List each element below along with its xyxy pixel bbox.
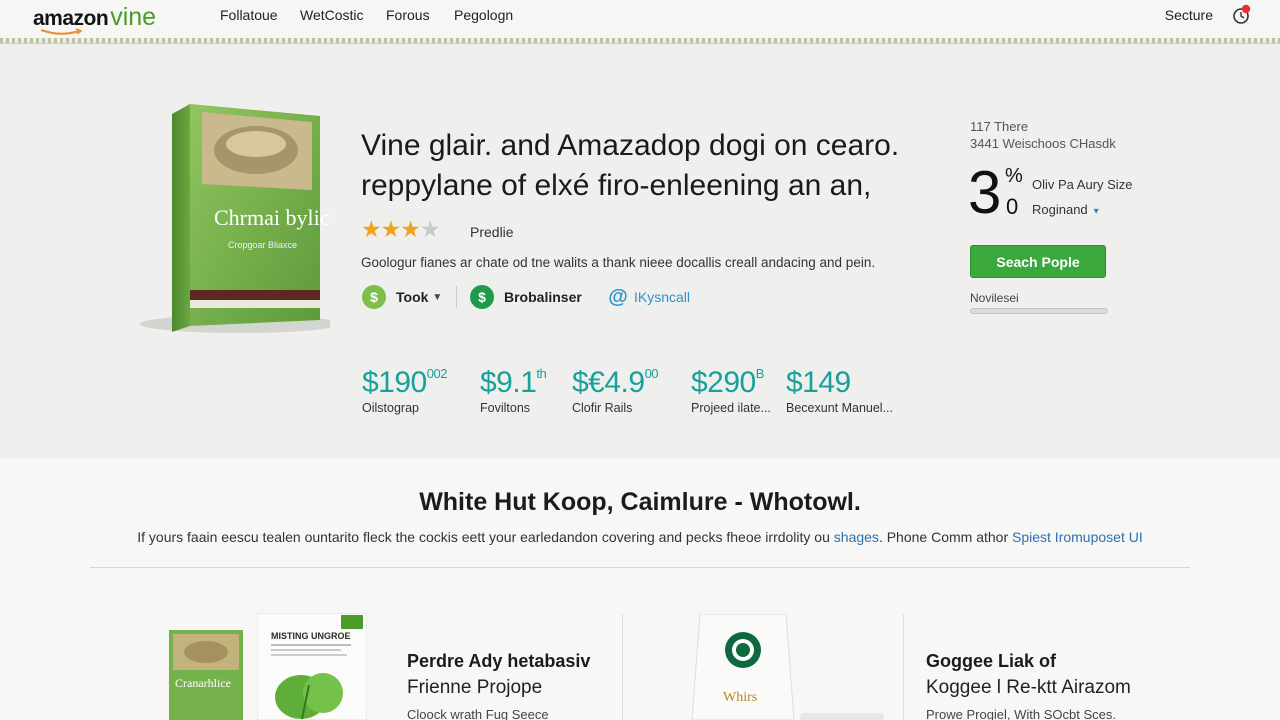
nav-link-2[interactable]: WetCostic [300,7,364,23]
slider-label: Novilesei [970,291,1019,305]
logo-word-vine: vine [110,3,157,31]
stat-label: Becexunt Manuel... [786,401,894,415]
price-stat[interactable]: $190002 Oilstograp [362,366,447,415]
card-title[interactable]: Goggee Liak of [926,651,1056,672]
spiest-link[interactable]: Spiest Iromuposet UI [1012,529,1143,545]
product-box-white-image[interactable]: MISTING UNGROE [257,613,367,720]
dollar-icon: $ [470,285,494,309]
star-icon: ★ [400,216,421,242]
card-divider [903,614,904,720]
panel-line-1: 117 There [970,119,1029,134]
secture-link[interactable]: Secture [1165,7,1213,23]
subtitle-text: If yours faain eescu tealen ountarito fl… [137,529,834,545]
stat-label: Oilstograp [362,401,419,415]
chip-ikysncall[interactable]: @ IKysncall [606,284,690,310]
chip-took[interactable]: $ Took ▼ [362,284,442,310]
stat-value: $149 [786,366,851,399]
card-meta: Prowe Progiel, With SOcbt Sces. [926,707,1117,720]
card-divider [622,614,623,720]
card-subtitle: Koggee l Re-ktt Airazom [926,677,1131,698]
star-icon: ★ [361,216,382,242]
stat-value: $290 [691,366,756,399]
stat-label: Projeed ilate... [691,401,771,415]
dollar-icon: $ [362,285,386,309]
subtitle-mid-text: . Phone Comm athor [878,529,1012,545]
small-box-label: Cranarhlice [175,676,231,690]
section-title: White Hut Koop, Caimlure - Whotowl. [419,488,861,516]
stat-value: $190 [362,366,427,399]
product-box-image[interactable]: Chrmai bylice Cropgoar Bliaxce [130,100,330,335]
amazon-vine-logo[interactable]: amazonvine [33,3,156,37]
star-rating[interactable]: ★★★★ [361,216,440,243]
stat-label: Foviltons [480,401,531,415]
amazon-smile-icon [40,28,83,35]
notification-bell-icon[interactable] [1230,4,1252,26]
panel-label-2-text: Roginand [1032,202,1088,217]
stat-value: $9.1 [480,366,537,399]
nav-link-3[interactable]: Forous [386,7,430,23]
panel-line-2: 3441 Weischoos CHasdk [970,136,1116,151]
chip-label: Brobalinser [504,289,582,305]
logo-word-amazon: amazon [33,7,109,30]
price-stat[interactable]: $149 Becexunt Manuel... [786,366,893,415]
card-meta: Cloock wrath Fug Seece [407,707,549,720]
star-empty-icon: ★ [419,216,441,242]
chip-brobalinser[interactable]: $ Brobalinser [470,284,582,310]
price-stat[interactable]: $€4.900 Clofir Rails [572,366,659,415]
stat-sup: B [755,366,765,381]
nav-link-1[interactable]: Follatoue [220,7,278,23]
big-number: 3 [968,159,1002,226]
headline-line-1: Vine glair. and Amazadop dogi on cearo. [361,129,900,162]
shages-link[interactable]: shages [834,529,879,545]
at-sign-icon: @ [608,285,628,308]
card-title[interactable]: Perdre Ady hetabasiv [407,651,590,672]
chevron-down-icon: ▾ [1093,206,1099,217]
chevron-down-icon: ▼ [432,291,443,303]
zero-digit: 0 [1006,194,1019,219]
section-divider [90,567,1190,568]
panel-label-1: Oliv Pa Aury Size [1032,177,1133,192]
chip-divider [456,286,457,308]
coffee-bag-image[interactable]: Whirs [688,614,798,720]
headline-line-2: reppylane of elxé firo-enleening an an, [361,169,872,202]
percent-sign: % [1005,165,1023,187]
stat-sup: 002 [426,366,448,381]
hero-headline: Vine glair. and Amazadop dogi on cearo. … [361,126,941,206]
plate-image [800,713,884,720]
card-subtitle: Frienne Projope [407,677,543,698]
hero-description: Goologur fianes ar chate od tne walits a… [361,255,876,270]
search-people-button[interactable]: Seach Pople [970,245,1106,278]
bag-label: Whirs [723,690,757,705]
chip-label: IKysncall [634,289,691,305]
nav-link-4[interactable]: Pegologn [454,7,513,23]
slider-track[interactable] [970,308,1108,314]
price-stat[interactable]: $9.1th Foviltons [480,366,547,415]
panel-label-2[interactable]: Roginand ▾ [1032,202,1099,217]
section-subtitle: If yours faain eescu tealen ountarito fl… [0,529,1280,545]
stat-sup: 00 [644,366,659,381]
product-box-small-image[interactable]: Cranarhlice [169,630,243,720]
top-nav-bar: amazonvine Follatoue WetCostic Forous Pe… [0,0,1280,40]
chip-label: Took [396,289,429,305]
stat-sup: th [536,366,547,381]
stat-label: Clofir Rails [572,401,633,415]
rating-label: Predlie [470,224,514,240]
box-title-text: Chrmai bylice [214,205,330,230]
price-stat[interactable]: $290B Projeed ilate... [691,366,771,415]
stat-value: $€4.9 [572,366,645,399]
white-box-title: MISTING UNGROE [271,631,351,641]
star-icon: ★ [380,216,402,242]
box-subtitle-text: Cropgoar Bliaxce [228,240,297,250]
